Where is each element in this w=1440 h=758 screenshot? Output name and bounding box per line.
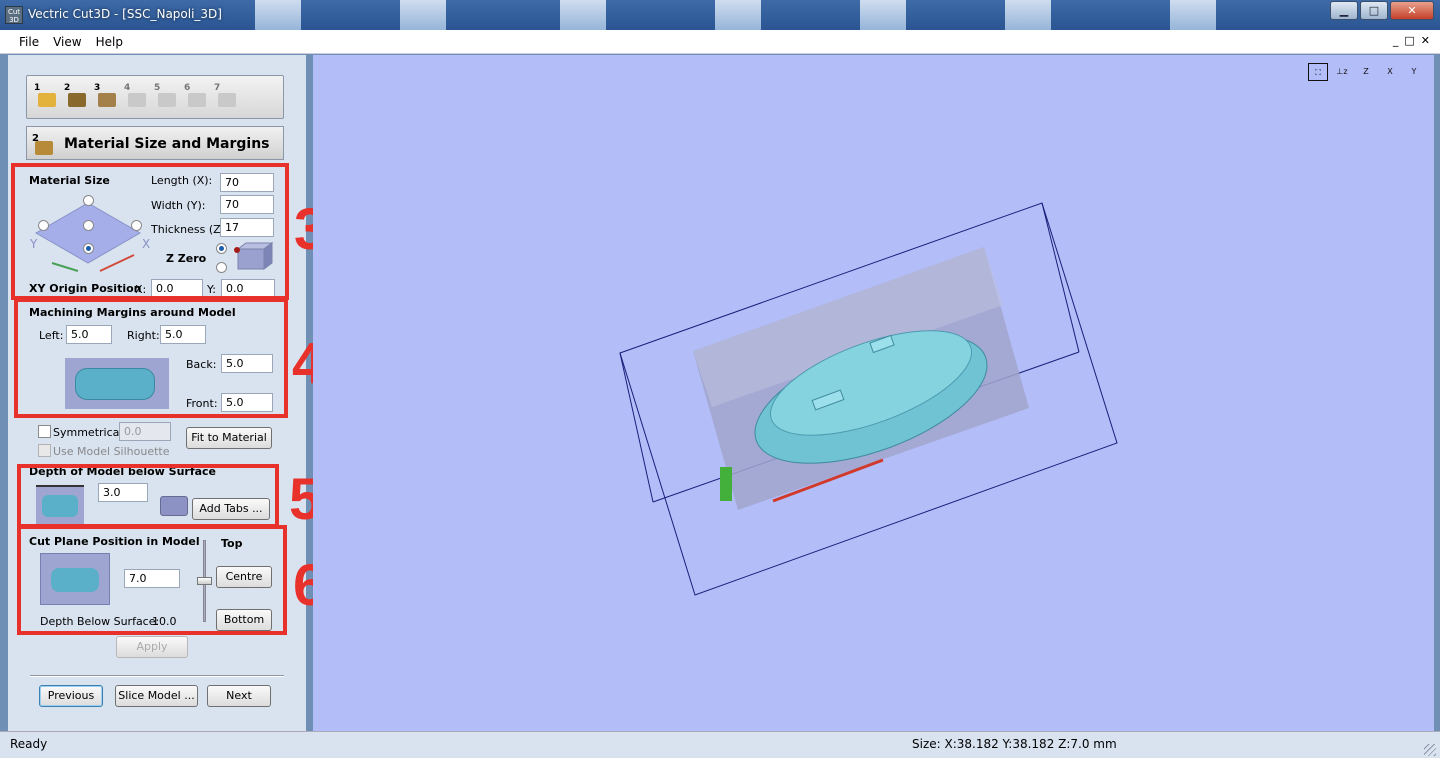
3d-viewport[interactable]: ⛶ ⊥z Z X Y: [313, 55, 1434, 731]
fit-to-material-button[interactable]: Fit to Material: [186, 427, 272, 449]
size-readout: Size: X:38.182 Y:38.182 Z:7.0 mm: [912, 737, 1117, 751]
previous-button[interactable]: Previous: [39, 685, 103, 707]
close-button[interactable]: ✕: [1390, 1, 1434, 20]
step-toolbar: 1 2 3 4 5 6 7: [26, 75, 284, 119]
mdi-minimize-button[interactable]: _: [1393, 34, 1399, 47]
taskbar-thumbnail: [400, 0, 446, 30]
menu-file[interactable]: File: [12, 35, 46, 49]
next-button[interactable]: Next: [207, 685, 271, 707]
material-block-icon: [35, 141, 53, 155]
step-1-open-folder-icon[interactable]: 1: [33, 83, 59, 111]
resize-grip-icon[interactable]: [1424, 744, 1436, 756]
step-7-save-toolpath-icon[interactable]: 7: [213, 83, 239, 111]
annotation-box-3: [11, 163, 289, 300]
separator: [30, 675, 284, 677]
symmetrical-label: Symmetrical: [53, 426, 123, 439]
step-2-material-block-icon[interactable]: 2: [63, 83, 89, 111]
taskbar-thumbnail: [255, 0, 301, 30]
step-3-orientation-icon[interactable]: 3: [93, 83, 119, 111]
use-silhouette-label: Use Model Silhouette: [53, 445, 170, 458]
annotation-box-6: [17, 525, 287, 635]
taskbar-thumbnail: [1005, 0, 1051, 30]
taskbar-thumbnail: [715, 0, 761, 30]
slice-model-button[interactable]: Slice Model ...: [115, 685, 198, 707]
taskbar-thumbnail: [860, 0, 906, 30]
status-text: Ready: [10, 737, 48, 751]
use-silhouette-checkbox[interactable]: [38, 444, 51, 457]
menu-help[interactable]: Help: [89, 35, 130, 49]
section-heading: 2 Material Size and Margins: [26, 126, 284, 160]
step-5-finishing-icon[interactable]: 5: [153, 83, 179, 111]
annotation-box-4: [14, 298, 288, 418]
taskbar-thumbnail: [560, 0, 606, 30]
symmetrical-field[interactable]: 0.0: [119, 422, 171, 441]
symmetrical-checkbox[interactable]: [38, 425, 51, 438]
apply-button[interactable]: Apply: [116, 636, 188, 658]
menu-view[interactable]: View: [46, 35, 88, 49]
y-axis-marker: [720, 467, 732, 501]
app-icon[interactable]: Cut 3D: [5, 6, 23, 24]
heading-title: Material Size and Margins: [64, 136, 270, 152]
title-bar: Cut 3D Vectric Cut3D - [SSC_Napoli_3D] ▁…: [0, 0, 1440, 30]
window-title: Vectric Cut3D - [SSC_Napoli_3D]: [28, 7, 222, 21]
taskbar-thumbnail: [1170, 0, 1216, 30]
minimize-button[interactable]: ▁: [1330, 1, 1358, 20]
annotation-box-5: [17, 464, 279, 528]
maximize-button[interactable]: □: [1360, 1, 1388, 20]
status-bar: Ready Size: X:38.182 Y:38.182 Z:7.0 mm: [0, 731, 1440, 758]
menu-bar: File View Help _ □ ✕: [0, 30, 1440, 54]
model-scene: [619, 202, 1118, 596]
step-6-cutout-icon[interactable]: 6: [183, 83, 209, 111]
wizard-panel: 1 2 3 4 5 6 7 2 Material Size and Margin…: [8, 55, 306, 731]
step-4-roughing-icon[interactable]: 4: [123, 83, 149, 111]
mdi-close-button[interactable]: ✕: [1421, 34, 1430, 47]
mdi-restore-button[interactable]: □: [1404, 34, 1414, 47]
